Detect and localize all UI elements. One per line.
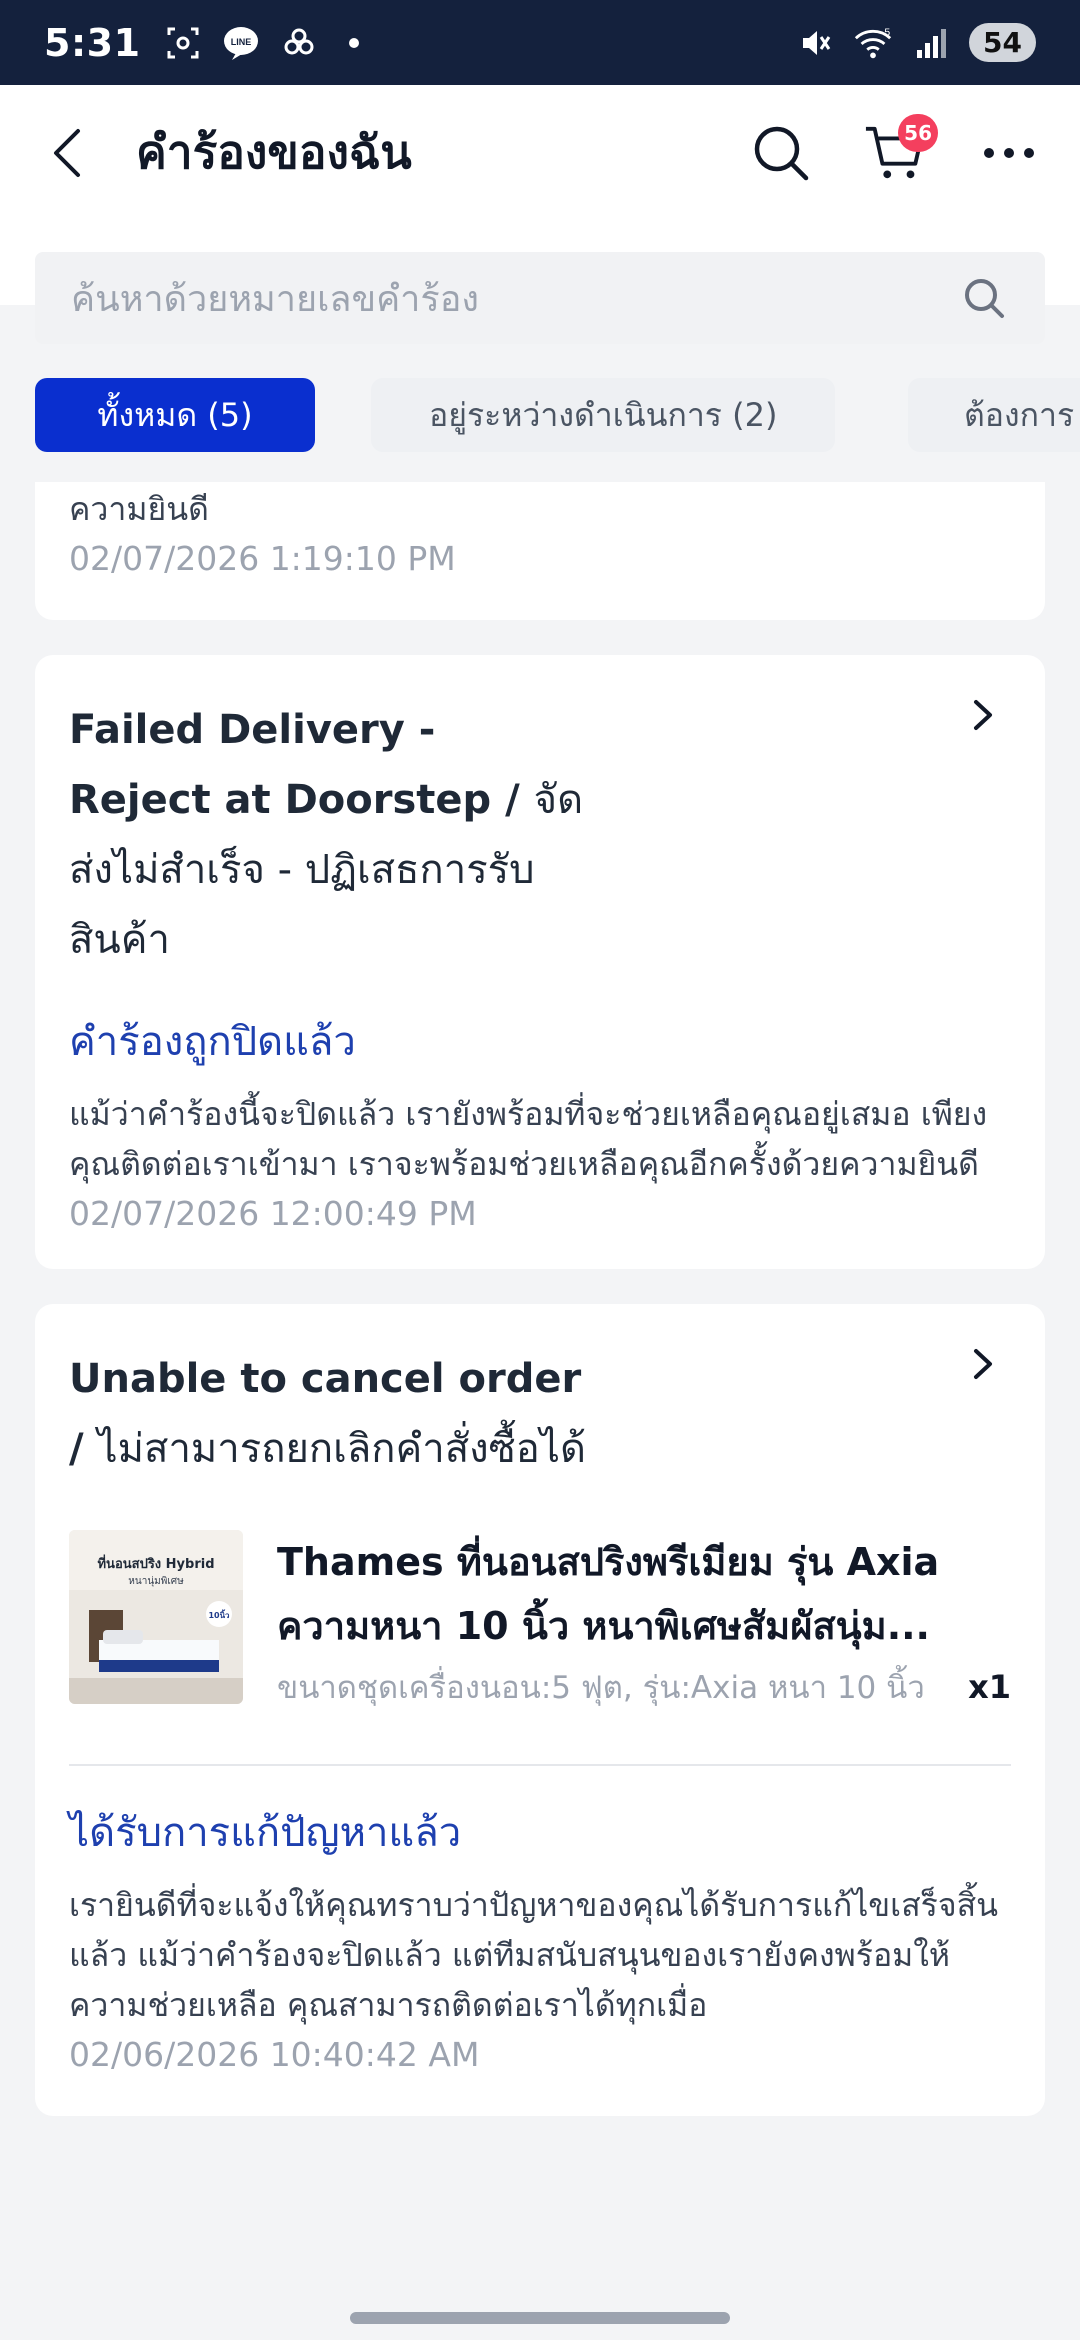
ticket-status: คำร้องถูกปิดแล้ว xyxy=(69,1019,356,1065)
search-button[interactable] xyxy=(750,122,812,184)
chevron-right-icon[interactable] xyxy=(963,1344,1003,1384)
ticket-card[interactable]: Failed Delivery - Reject at Doorstep / จ… xyxy=(35,655,1045,1269)
signal-icon xyxy=(911,23,951,63)
cart-button[interactable]: 56 xyxy=(864,113,938,184)
divider xyxy=(69,1764,1011,1766)
ticket-status-description: ความยินดี xyxy=(69,490,209,528)
notification-icons: LINE xyxy=(163,23,359,63)
ticket-title-en: Failed Delivery - Reject at Doorstep / xyxy=(69,707,520,823)
search-icon[interactable] xyxy=(959,273,1009,323)
ticket-product[interactable]: ที่นอนสปริง Hybrid หนานุ่มพิเศษ 10นิ้ว T… xyxy=(69,1530,1011,1712)
home-indicator[interactable] xyxy=(350,2312,730,2324)
back-arrow-icon xyxy=(54,128,80,177)
ticket-title: Unable to cancel order / ไม่สามารถยกเลิก… xyxy=(69,1344,589,1484)
svg-text:5: 5 xyxy=(884,27,890,38)
more-notifications-dot xyxy=(348,37,359,48)
back-button[interactable] xyxy=(40,125,96,181)
svg-text:หนานุ่มพิเศษ: หนานุ่มพิเศษ xyxy=(128,1576,184,1587)
screenshot-icon xyxy=(163,23,203,63)
chevron-right-icon[interactable] xyxy=(963,695,1003,735)
mute-icon xyxy=(795,23,835,63)
search-icon xyxy=(754,126,809,180)
pinwheel-app-icon xyxy=(279,23,319,63)
line-app-icon: LINE xyxy=(221,23,261,63)
svg-text:10นิ้ว: 10นิ้ว xyxy=(208,1609,230,1620)
tab-in-progress[interactable]: อยู่ระหว่างดำเนินการ (2) xyxy=(371,378,836,452)
ticket-status-description: เรายินดีที่จะแจ้งให้คุณทราบว่าปัญหาของคุ… xyxy=(69,1886,998,2024)
product-thumbnail: ที่นอนสปริง Hybrid หนานุ่มพิเศษ 10นิ้ว xyxy=(69,1530,243,1704)
page-title: คำร้องของฉัน xyxy=(136,125,412,179)
wifi-icon: 5 xyxy=(853,23,893,63)
ticket-search-input[interactable]: ค้นหาด้วยหมายเลขคำร้อง xyxy=(35,252,1045,344)
status-time: 5:31 xyxy=(44,20,141,65)
system-status-icons: 5 54 xyxy=(795,23,1036,63)
ticket-timestamp: 02/07/2026 1:19:10 PM xyxy=(69,539,456,578)
svg-text:LINE: LINE xyxy=(230,37,251,47)
tab-action-required[interactable]: ต้องการ xyxy=(908,378,1080,452)
svg-text:ที่นอนสปริง Hybrid: ที่นอนสปริง Hybrid xyxy=(97,1554,214,1572)
ticket-title-th: ไม่สามารถยกเลิกคำสั่งซื้อได้ xyxy=(97,1426,586,1472)
ticket-title: Failed Delivery - Reject at Doorstep / จ… xyxy=(69,695,589,975)
more-dots-icon xyxy=(984,147,1034,158)
ticket-timestamp: 02/06/2026 10:40:42 AM xyxy=(69,2035,480,2074)
cart-count-badge: 56 xyxy=(898,113,938,152)
tab-all[interactable]: ทั้งหมด (5) xyxy=(35,378,315,452)
search-placeholder: ค้นหาด้วยหมายเลขคำร้อง xyxy=(71,278,479,320)
ticket-list: ความยินดี 02/07/2026 1:19:10 PM Failed D… xyxy=(35,482,1045,2151)
ticket-status-description: แม้ว่าคำร้องนี้จะปิดแล้ว เรายังพร้อมที่จ… xyxy=(69,1095,988,1183)
filter-tabs: ทั้งหมด (5) อยู่ระหว่างดำเนินการ (2) xyxy=(35,378,836,452)
battery-indicator: 54 xyxy=(969,23,1036,62)
more-options-button[interactable] xyxy=(978,122,1040,184)
ticket-timestamp: 02/07/2026 12:00:49 PM xyxy=(69,1194,477,1233)
status-bar: 5:31 LINE 5 54 xyxy=(0,0,1080,85)
product-quantity: x1 xyxy=(968,1668,1011,1706)
ticket-card[interactable]: Unable to cancel order / ไม่สามารถยกเลิก… xyxy=(35,1304,1045,2116)
ticket-status: ได้รับการแก้ปัญหาแล้ว xyxy=(69,1810,462,1856)
product-name: Thames ที่นอนสปริงพรีเมียม รุ่น Axia ควา… xyxy=(277,1540,940,1648)
product-variant: ขนาดชุดเครื่องนอน:5 ฟุต, รุ่น:Axia หนา 1… xyxy=(277,1670,925,1706)
ticket-card[interactable]: ความยินดี 02/07/2026 1:19:10 PM xyxy=(35,482,1045,620)
